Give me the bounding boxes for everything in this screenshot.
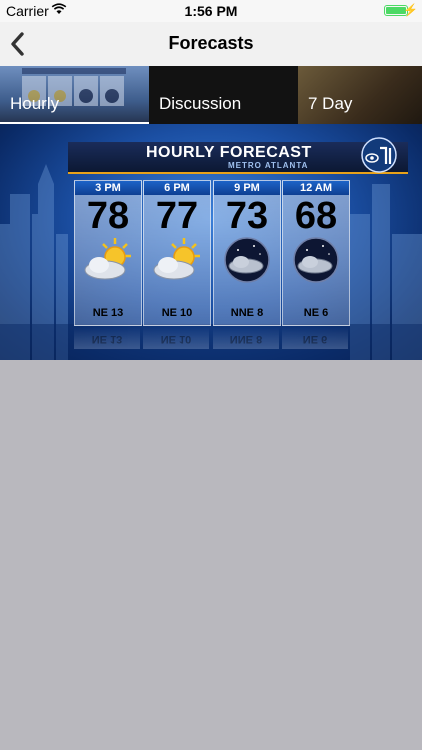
tab-discussion[interactable]: Discussion [149,66,298,124]
tab-hourly[interactable]: Hourly [0,66,149,124]
forecast-wind: NE 10 [161,307,193,319]
forecast-temperature: 78 [86,195,130,237]
status-bar: Carrier 1:56 PM ⚡ [0,0,422,22]
tab-7-day[interactable]: 7 Day [298,66,422,124]
forecast-banner: HOURLY FORECAST METRO ATLANTA [68,137,408,174]
forecast-column: 12 AM 68 NE 6 [282,180,350,326]
night-cloudy-icon [224,237,270,283]
cbs46-logo-icon [361,137,397,173]
charging-icon: ⚡ [403,3,418,17]
forecast-time: 3 PM [75,181,141,195]
forecast-column: 3 PM 78 NE 13 [74,180,142,326]
forecast-time: 9 PM [214,181,280,195]
forecast-temperature: 73 [225,195,269,237]
forecast-wind: NNE 8 [230,307,264,319]
night-cloudy-icon [293,237,339,283]
forecast-column: 6 PM 77 NE 10 [143,180,211,326]
tab-7-day-label: 7 Day [308,94,353,113]
column-reflection: NNE 8 [213,327,279,349]
tab-discussion-label: Discussion [159,94,242,113]
navigation-bar: Forecasts [0,22,422,66]
clock: 1:56 PM [184,3,238,19]
partly-sunny-icon [84,238,131,280]
page-title: Forecasts [168,33,254,53]
forecast-title: HOURLY FORECAST [146,144,312,161]
forecast-wind: NE 6 [303,307,329,319]
hourly-forecast-graphic: HOURLY FORECAST METRO ATLANTA 3 PM 78 NE… [0,124,422,360]
column-reflection: NE 10 [143,327,209,349]
forecast-temperature: 68 [294,195,338,237]
partly-sunny-icon [153,238,200,280]
forecast-time: 12 AM [283,181,349,195]
forecast-subtitle: METRO ATLANTA [228,161,309,170]
forecast-temperature: 77 [155,195,199,237]
forecast-column: 9 PM 73 NNE 8 [213,180,281,326]
column-reflection: NE 13 [74,327,140,349]
tab-hourly-label: Hourly [10,94,60,113]
forecast-wind: NE 13 [92,307,124,319]
column-reflection: NE 6 [282,327,348,349]
forecast-tabs: Hourly Discussion 7 Day [0,66,422,124]
forecast-time: 6 PM [144,181,210,195]
